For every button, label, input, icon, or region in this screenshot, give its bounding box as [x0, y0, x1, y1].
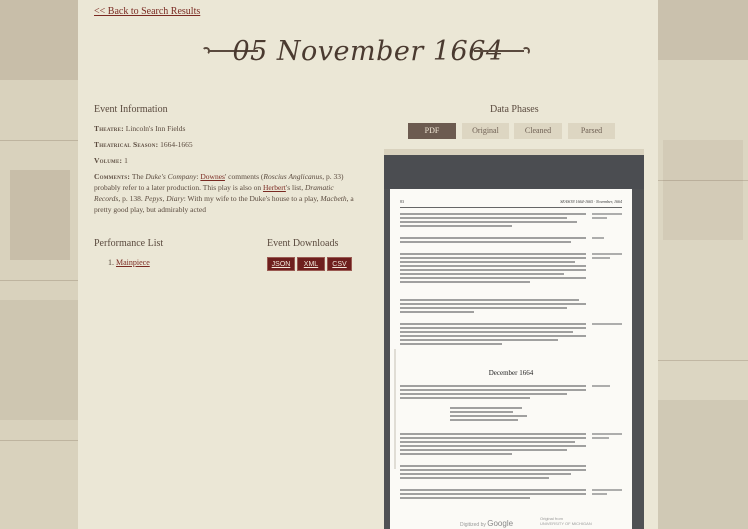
pdf-paragraph [400, 323, 586, 347]
download-xml-button[interactable]: XML [297, 257, 325, 271]
pdf-margin-note [592, 253, 622, 261]
comments-text: The [131, 172, 146, 181]
book-title: Roscius Anglicanus [263, 172, 323, 181]
comments-label: Comments: [94, 172, 131, 181]
herbert-link[interactable]: Herbert [263, 183, 286, 192]
university-text: UNIVERSITY OF MICHIGAN [540, 521, 592, 526]
data-phases-heading: Data Phases [490, 104, 539, 115]
date-heading: 05 November 1664 [232, 36, 504, 67]
theatre-row: Theatre: Lincoln's Inn Fields [94, 123, 354, 134]
season-value: 1664-1665 [160, 140, 193, 149]
theatre-value: Lincoln's Inn Fields [125, 124, 186, 133]
pdf-paragraph [400, 253, 586, 285]
pdf-page[interactable]: 83 SEASON 1664-1665 · November, 1664 Dec… [390, 189, 632, 529]
pdf-page-number: 83 [400, 199, 404, 204]
comments-text: ' comments ( [224, 172, 264, 181]
list-item-number: 1. [108, 258, 114, 267]
comments-text: , p. 138. [118, 194, 145, 203]
performance-list: 1. Mainpiece [108, 258, 150, 267]
pdf-side-stamp [394, 349, 396, 469]
pdf-paragraph [400, 213, 586, 229]
digitized-by-google: Digitized by Google [460, 519, 513, 528]
back-to-search-link[interactable]: << Back to Search Results [94, 6, 200, 17]
download-csv-button[interactable]: CSV [327, 257, 352, 271]
pdf-verse [450, 407, 540, 423]
company-name: Duke's Company [145, 172, 197, 181]
original-from-michigan: Original from UNIVERSITY OF MICHIGAN [540, 516, 592, 526]
main-content: << Back to Search Results 05 November 16… [78, 0, 658, 529]
download-json-button[interactable]: JSON [267, 257, 295, 271]
pdf-viewer[interactable]: 83 SEASON 1664-1665 · November, 1664 Dec… [384, 149, 644, 529]
downes-link[interactable]: Downes [200, 172, 225, 181]
pdf-paragraph [400, 489, 586, 501]
pdf-header-rule [400, 207, 622, 208]
pdf-paragraph [400, 299, 586, 315]
theatre-label: Theatre: [94, 124, 124, 133]
pdf-margin-note [592, 489, 622, 497]
performance-list-heading: Performance List [94, 238, 164, 249]
season-row: Theatrical Season: 1664-1665 [94, 139, 354, 150]
digitized-by-text: Digitized by [460, 522, 486, 528]
volume-row: Volume: 1 [94, 155, 354, 166]
right-swash-curl [522, 47, 530, 55]
volume-label: Volume: [94, 156, 123, 165]
comments-block: Comments: The Duke's Company: Downes' co… [94, 171, 354, 215]
right-swash-ornament [474, 50, 524, 52]
left-decorative-engraving [0, 0, 78, 529]
pdf-margin-note [592, 213, 622, 221]
tab-parsed[interactable]: Parsed [568, 123, 615, 139]
volume-value: 1 [124, 156, 128, 165]
tab-original[interactable]: Original [462, 123, 509, 139]
play-title: Macbeth [320, 194, 347, 203]
tab-cleaned[interactable]: Cleaned [514, 123, 562, 139]
mainpiece-link[interactable]: Mainpiece [116, 258, 150, 267]
season-label: Theatrical Season: [94, 140, 159, 149]
event-date-title: 05 November 1664 [78, 20, 658, 80]
pdf-viewer-toolbar [384, 155, 644, 189]
right-decorative-engraving [658, 0, 748, 529]
event-downloads-heading: Event Downloads [267, 238, 339, 249]
pdf-margin-note [592, 433, 622, 441]
book-title: Pepys, Diary [144, 194, 184, 203]
pdf-paragraph [400, 385, 586, 401]
pdf-paragraph [400, 237, 586, 245]
pdf-paragraph [400, 465, 586, 481]
pdf-running-head: SEASON 1664-1665 · November, 1664 [560, 199, 622, 204]
tab-pdf[interactable]: PDF [408, 123, 456, 139]
google-logo-text: Google [487, 519, 514, 528]
pdf-paragraph [400, 433, 586, 457]
pdf-margin-note [592, 323, 622, 327]
comments-text: : With my wife to the Duke's house to a … [183, 194, 321, 203]
comments-text: 's list, [285, 183, 305, 192]
event-information-heading: Event Information [94, 104, 168, 115]
pdf-month-heading: December 1664 [488, 369, 534, 377]
pdf-margin-note [592, 237, 622, 241]
pdf-margin-note [592, 385, 622, 389]
